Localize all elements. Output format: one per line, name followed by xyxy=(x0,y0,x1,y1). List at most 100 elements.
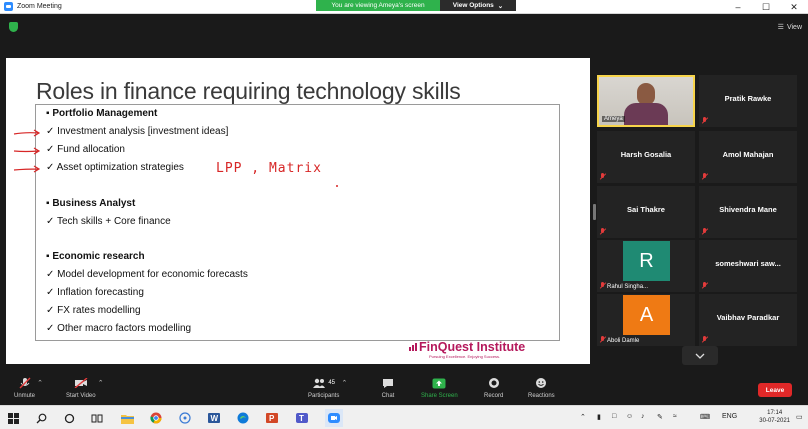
taskbar-clock[interactable]: 17:14 30-07-2021 xyxy=(759,409,790,425)
participant-avatar: R xyxy=(623,241,670,281)
cortana-icon[interactable] xyxy=(62,411,76,425)
participant-name: Vaibhav Paradkar xyxy=(716,313,780,322)
show-hidden-icons-chevron-icon[interactable]: ⌃ xyxy=(580,413,586,421)
participant-tile[interactable]: Pratik Rawke xyxy=(699,75,797,127)
section-heading: ▪ Business Analyst xyxy=(46,198,136,209)
close-button[interactable]: ✕ xyxy=(780,0,808,14)
section-heading: ▪ Economic research xyxy=(46,251,145,262)
chat-icon xyxy=(381,377,395,389)
annotation-dot xyxy=(336,185,338,187)
participant-tile[interactable]: R Rahul Singha... xyxy=(597,240,695,292)
muted-mic-icon xyxy=(600,228,606,235)
participant-name: Shivendra Mane xyxy=(719,205,777,214)
volume-icon[interactable]: ♪ xyxy=(641,413,645,420)
viewing-screen-message: You are viewing Ameya's screen xyxy=(316,0,440,11)
zoom-app-icon xyxy=(4,2,13,11)
chat-button[interactable]: Chat xyxy=(381,377,395,399)
participant-tile[interactable]: Harsh Gosalia xyxy=(597,131,695,183)
list-item: ✓ Asset optimization strategies xyxy=(46,162,184,173)
annotation-arrow-icon xyxy=(13,129,41,137)
muted-mic-icon xyxy=(600,173,606,180)
edge-icon[interactable] xyxy=(236,411,250,425)
window-controls: – ☐ ✕ xyxy=(724,0,808,14)
meeting-controls-bar: Unmute ⌃ Start Video ⌃ 45 Participants ⌃… xyxy=(0,373,808,405)
word-icon[interactable]: W xyxy=(207,411,221,425)
chevron-down-icon xyxy=(695,353,705,359)
reactions-button[interactable]: Reactions xyxy=(528,377,555,399)
network-icon[interactable]: ☺ xyxy=(626,413,633,420)
share-screen-button[interactable]: Share Screen xyxy=(421,377,458,399)
zoom-taskbar-icon[interactable] xyxy=(325,409,343,427)
record-button[interactable]: Record xyxy=(484,377,503,399)
view-button[interactable]: ☰ View xyxy=(777,23,802,32)
shared-screen-slide: Roles in finance requiring technology sk… xyxy=(6,58,590,364)
annotation-arrow-icon xyxy=(13,147,41,155)
participant-tile[interactable]: Vaibhav Paradkar xyxy=(699,294,797,346)
participant-name: Ameya xyxy=(602,116,625,122)
windows-start-icon[interactable] xyxy=(6,411,20,425)
unmute-button[interactable]: Unmute ⌃ xyxy=(14,377,43,399)
svg-text:T: T xyxy=(299,414,304,423)
annotation-arrow-icon xyxy=(13,165,41,173)
participant-tile[interactable]: A Aboli Damle xyxy=(597,294,695,346)
list-item: ✓ Other macro factors modelling xyxy=(46,323,192,334)
file-explorer-icon[interactable] xyxy=(120,411,134,425)
muted-mic-icon xyxy=(702,173,708,180)
pen-icon[interactable]: ✎ xyxy=(657,413,663,421)
view-options-button[interactable]: View Options ⌄ xyxy=(440,0,516,11)
panel-resize-handle[interactable] xyxy=(593,204,596,220)
chrome-icon[interactable] xyxy=(149,411,163,425)
maximize-button[interactable]: ☐ xyxy=(752,0,780,14)
battery-icon[interactable]: ▮ xyxy=(597,413,601,421)
windows-taskbar: W P T ⌃ ▮ □ ☺ ♪ ✎ ≈ ⌨ ENG 17:14 30-07-20… xyxy=(0,405,808,429)
participant-name: Amol Mahajan xyxy=(722,150,774,159)
participant-tile[interactable]: Shivendra Mane xyxy=(699,186,797,238)
chevron-up-icon[interactable]: ⌃ xyxy=(341,379,347,387)
share-screen-icon xyxy=(432,377,446,389)
teams-icon[interactable]: T xyxy=(295,411,309,425)
grid-icon: ☰ xyxy=(777,24,784,31)
list-item: ✓ Fund allocation xyxy=(46,144,125,155)
list-item: ✓ Tech skills + Core finance xyxy=(46,216,171,227)
leave-button[interactable]: Leave xyxy=(758,383,792,397)
participant-tile[interactable]: Amol Mahajan xyxy=(699,131,797,183)
smiley-icon xyxy=(534,377,548,389)
muted-mic-icon xyxy=(18,377,32,389)
window-title: Zoom Meeting xyxy=(17,3,62,10)
task-view-icon[interactable] xyxy=(90,411,104,425)
meeting-top-strip: ☰ View xyxy=(0,14,808,44)
participant-name: Aboli Damle xyxy=(607,338,640,344)
wifi-icon[interactable]: ≈ xyxy=(673,413,677,420)
encryption-shield-icon[interactable] xyxy=(9,22,18,32)
participant-name: someshwari saw... xyxy=(715,259,781,268)
list-item: ✓ Investment analysis [investment ideas] xyxy=(46,126,229,137)
chevron-up-icon[interactable]: ⌃ xyxy=(98,379,104,387)
muted-mic-icon xyxy=(600,282,606,289)
finquest-logo: FinQuest Institute Pursuing Excellence. … xyxy=(409,340,525,359)
participant-avatar: A xyxy=(623,295,670,335)
notifications-icon[interactable]: ▭ xyxy=(796,413,803,421)
slide-title: Roles in finance requiring technology sk… xyxy=(36,78,461,104)
minimize-button[interactable]: – xyxy=(724,0,752,14)
start-video-button[interactable]: Start Video ⌃ xyxy=(66,377,104,399)
participants-button[interactable]: 45 Participants ⌃ xyxy=(308,377,347,399)
list-item: ✓ Inflation forecasting xyxy=(46,287,144,298)
participant-name: Pratik Rawke xyxy=(724,94,772,103)
participant-name: Harsh Gosalia xyxy=(620,150,672,159)
list-item: ✓ FX rates modelling xyxy=(46,305,141,316)
keyboard-icon[interactable]: ⌨ xyxy=(700,413,710,421)
gallery-next-page-button[interactable] xyxy=(682,346,718,365)
storage-icon[interactable]: □ xyxy=(612,413,616,420)
powerpoint-icon[interactable]: P xyxy=(265,411,279,425)
chevron-up-icon[interactable]: ⌃ xyxy=(37,379,43,387)
muted-mic-icon xyxy=(702,282,708,289)
muted-mic-icon xyxy=(600,336,606,343)
language-indicator[interactable]: ENG xyxy=(722,413,737,420)
participant-tile[interactable]: someshwari saw... xyxy=(699,240,797,292)
participant-tile[interactable]: Sai Thakre xyxy=(597,186,695,238)
participant-tile-ameya[interactable]: Ameya xyxy=(597,75,695,127)
list-item: ✓ Model development for economic forecas… xyxy=(46,269,248,280)
search-icon[interactable] xyxy=(34,411,48,425)
network-app-icon[interactable] xyxy=(178,411,192,425)
section-heading: ▪ Portfolio Management xyxy=(46,108,158,119)
